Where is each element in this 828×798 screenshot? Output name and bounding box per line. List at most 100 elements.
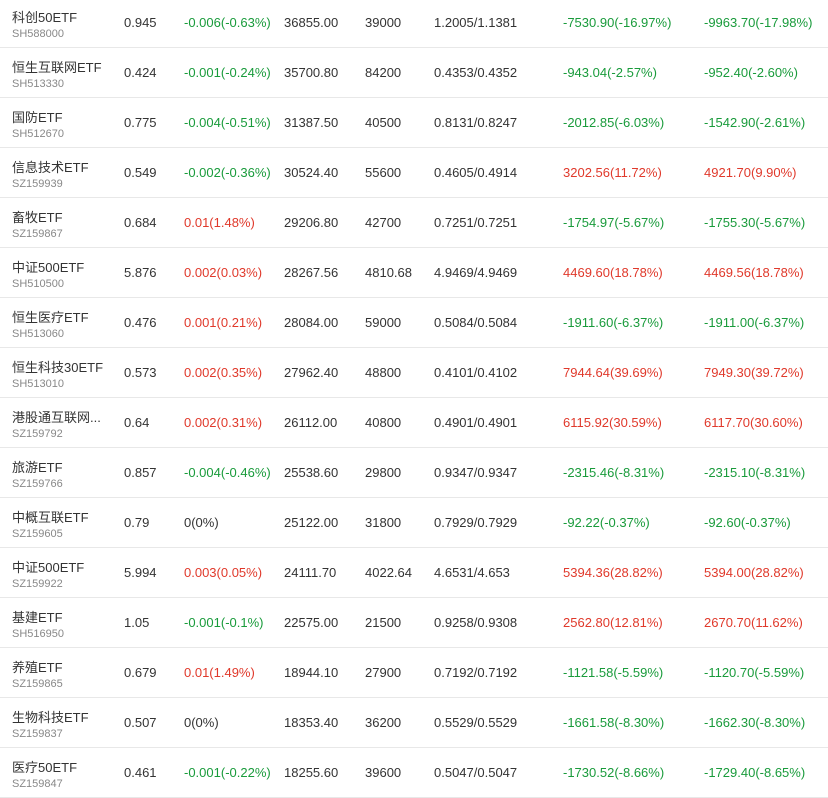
fund-name[interactable]: 恒生科技30ETF [12,357,103,376]
fund-scale: 29206.80 [284,215,339,230]
fund-name[interactable]: 国防ETF [12,107,63,126]
share-change: -1911.60(-6.37%) [563,315,664,330]
share-volume: 4810.68 [365,265,412,280]
fund-scale: 25538.60 [284,465,339,480]
latest-price: 1.05 [124,615,150,630]
net-asset-value: 0.4605/0.4914 [434,165,518,180]
share-volume: 59000 [365,315,402,330]
table-row[interactable]: 中概互联ETF SZ159605 0.79 0(0%) 25122.00 318… [0,498,828,548]
fund-code: SZ159939 [12,178,63,190]
fund-name[interactable]: 中证500ETF [12,257,84,276]
share-volume: 21500 [365,615,402,630]
fund-name-cell: 中证500ETF SH510500 [12,248,112,297]
fund-name[interactable]: 恒生医疗ETF [12,307,89,326]
fund-code: SH516950 [12,628,64,640]
fund-name-cell: 养殖ETF SZ159865 [12,648,112,697]
net-asset-value: 1.2005/1.1381 [434,15,518,30]
price-change: 0(0%) [184,715,219,730]
latest-price: 0.507 [124,715,157,730]
scale-change: -1662.30(-8.30%) [704,715,806,730]
latest-price: 5.876 [124,265,157,280]
fund-code: SH588000 [12,28,64,40]
fund-name-cell: 恒生互联网ETF SH513330 [12,48,112,97]
share-change: -2315.46(-8.31%) [563,465,665,480]
price-change: -0.004(-0.51%) [184,115,271,130]
fund-scale: 36855.00 [284,15,339,30]
share-change: 7944.64(39.69%) [563,365,663,380]
table-row[interactable]: 基建ETF SH516950 1.05 -0.001(-0.1%) 22575.… [0,598,828,648]
table-row[interactable]: 养殖ETF SZ159865 0.679 0.01(1.49%) 18944.1… [0,648,828,698]
fund-name[interactable]: 旅游ETF [12,457,63,476]
share-volume: 27900 [365,665,402,680]
fund-name[interactable]: 养殖ETF [12,657,63,676]
latest-price: 0.684 [124,215,157,230]
scale-change: 2670.70(11.62%) [704,615,803,630]
table-row[interactable]: 生物科技ETF SZ159837 0.507 0(0%) 18353.40 36… [0,698,828,748]
latest-price: 0.857 [124,465,157,480]
fund-name[interactable]: 医疗50ETF [12,757,77,776]
fund-code: SZ159922 [12,578,63,590]
latest-price: 0.945 [124,15,157,30]
table-row[interactable]: 中证500ETF SZ159922 5.994 0.003(0.05%) 241… [0,548,828,598]
share-change: -1730.52(-8.66%) [563,765,665,780]
latest-price: 0.573 [124,365,157,380]
scale-change: -1755.30(-5.67%) [704,215,806,230]
table-row[interactable]: 恒生科技30ETF SH513010 0.573 0.002(0.35%) 27… [0,348,828,398]
net-asset-value: 4.9469/4.9469 [434,265,518,280]
fund-name[interactable]: 中概互联ETF [12,507,89,526]
fund-scale: 30524.40 [284,165,339,180]
table-row[interactable]: 恒生医疗ETF SH513060 0.476 0.001(0.21%) 2808… [0,298,828,348]
table-row[interactable]: 国防ETF SH512670 0.775 -0.004(-0.51%) 3138… [0,98,828,148]
fund-name[interactable]: 恒生互联网ETF [12,57,102,76]
table-row[interactable]: 医疗50ETF SZ159847 0.461 -0.001(-0.22%) 18… [0,748,828,798]
table-row[interactable]: 港股通互联网... SZ159792 0.64 0.002(0.31%) 261… [0,398,828,448]
share-change: 6115.92(30.59%) [563,415,662,430]
fund-name[interactable]: 中证500ETF [12,557,84,576]
fund-code: SZ159766 [12,478,63,490]
share-change: -1661.58(-8.30%) [563,715,665,730]
fund-name-cell: 基建ETF SH516950 [12,598,112,647]
fund-name[interactable]: 基建ETF [12,607,63,626]
etf-table: 科创50ETF SH588000 0.945 -0.006(-0.63%) 36… [0,0,828,798]
net-asset-value: 0.7251/0.7251 [434,215,518,230]
fund-scale: 27962.40 [284,365,339,380]
fund-code: SH513010 [12,378,64,390]
price-change: 0(0%) [184,515,219,530]
price-change: 0.002(0.31%) [184,415,263,430]
table-row[interactable]: 畜牧ETF SZ159867 0.684 0.01(1.48%) 29206.8… [0,198,828,248]
latest-price: 0.64 [124,415,150,430]
fund-name[interactable]: 科创50ETF [12,7,77,26]
fund-name[interactable]: 信息技术ETF [12,157,89,176]
table-row[interactable]: 中证500ETF SH510500 5.876 0.002(0.03%) 282… [0,248,828,298]
fund-name[interactable]: 生物科技ETF [12,707,89,726]
price-change: -0.001(-0.22%) [184,765,271,780]
price-change: 0.01(1.48%) [184,215,255,230]
latest-price: 0.549 [124,165,157,180]
fund-scale: 26112.00 [284,415,338,430]
price-change: -0.002(-0.36%) [184,165,271,180]
fund-name[interactable]: 畜牧ETF [12,207,63,226]
table-row[interactable]: 信息技术ETF SZ159939 0.549 -0.002(-0.36%) 30… [0,148,828,198]
fund-name-cell: 中证500ETF SZ159922 [12,548,112,597]
table-row[interactable]: 恒生互联网ETF SH513330 0.424 -0.001(-0.24%) 3… [0,48,828,98]
latest-price: 5.994 [124,565,157,580]
share-change: -1754.97(-5.67%) [563,215,665,230]
share-volume: 29800 [365,465,402,480]
fund-scale: 18255.60 [284,765,339,780]
scale-change: 6117.70(30.60%) [704,415,803,430]
latest-price: 0.461 [124,765,157,780]
fund-name-cell: 恒生医疗ETF SH513060 [12,298,112,347]
fund-name-cell: 畜牧ETF SZ159867 [12,198,112,247]
net-asset-value: 0.8131/0.8247 [434,115,518,130]
price-change: 0.001(0.21%) [184,315,263,330]
table-row[interactable]: 科创50ETF SH588000 0.945 -0.006(-0.63%) 36… [0,0,828,48]
net-asset-value: 0.7192/0.7192 [434,665,518,680]
fund-name[interactable]: 港股通互联网... [12,407,101,426]
share-volume: 40500 [365,115,402,130]
share-volume: 55600 [365,165,402,180]
price-change: 0.003(0.05%) [184,565,263,580]
share-change: 3202.56(11.72%) [563,165,662,180]
scale-change: 4469.56(18.78%) [704,265,804,280]
table-row[interactable]: 旅游ETF SZ159766 0.857 -0.004(-0.46%) 2553… [0,448,828,498]
net-asset-value: 4.6531/4.653 [434,565,510,580]
